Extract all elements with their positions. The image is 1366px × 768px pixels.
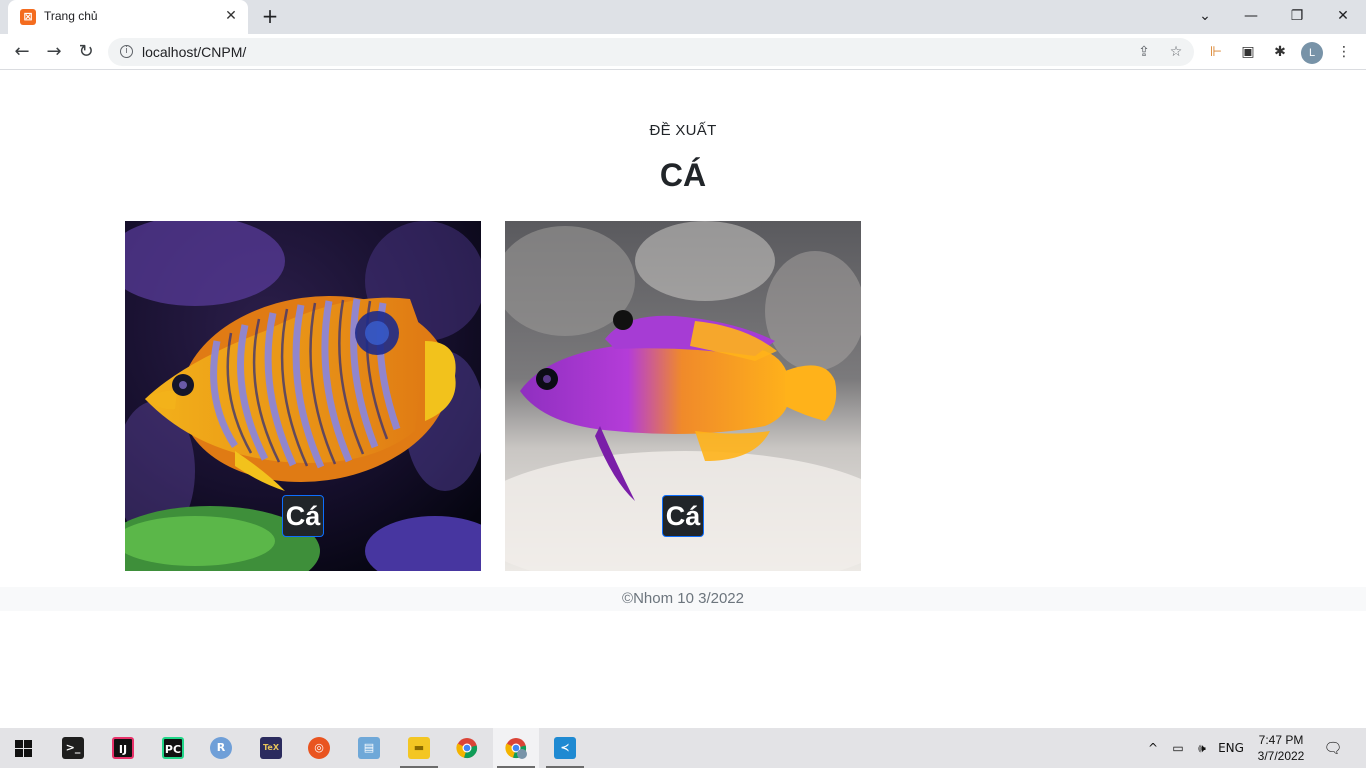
tex-icon: TeX [260, 737, 282, 759]
url-text[interactable]: localhost/CNPM/ [142, 44, 246, 60]
clock-date: 3/7/2022 [1257, 749, 1305, 763]
start-button[interactable] [0, 728, 46, 768]
chrome-profile-icon [505, 738, 527, 759]
virtualbox-icon: ▤ [358, 737, 380, 759]
forward-arrow-icon[interactable]: → [42, 40, 66, 64]
tab-title: Trang chủ [44, 9, 98, 23]
card-label[interactable]: Cá [282, 495, 324, 537]
extensions-puzzle-icon[interactable]: ✱ [1270, 42, 1290, 62]
volume-icon[interactable]: 🕪 [1192, 728, 1212, 768]
clock-time: 7:47 PM [1258, 733, 1304, 747]
product-card[interactable]: Cá [125, 221, 481, 571]
section-heading: CÁ [659, 157, 707, 193]
back-arrow-icon[interactable]: ← [10, 40, 34, 64]
taskbar-explorer[interactable]: ▬ [396, 728, 442, 768]
chrome-icon [456, 738, 478, 759]
r-icon: R [210, 737, 232, 759]
pycharm-icon: PC [162, 737, 184, 759]
section-subtitle: ĐỀ XUẤT [649, 122, 717, 139]
restore-button[interactable]: ❐ [1284, 4, 1310, 28]
windows-taskbar: >_ IJ PC R TeX ◎ ▤ ▬ ≺ ^ ▭ 🕪 ENG 7:47 PM… [0, 728, 1366, 768]
taskbar-pycharm[interactable]: PC [150, 728, 196, 768]
windows-logo-icon [15, 740, 32, 757]
profile-avatar[interactable]: L [1301, 42, 1323, 64]
card-label[interactable]: Cá [662, 495, 704, 537]
battery-icon[interactable]: ▭ [1168, 728, 1188, 768]
taskbar-vscode[interactable]: ≺ [542, 728, 588, 768]
new-tab-button[interactable]: + [258, 5, 282, 29]
intellij-icon: IJ [112, 737, 134, 759]
browser-tab[interactable]: ⊠ Trang chủ ✕ [8, 0, 248, 34]
reload-icon[interactable]: ↻ [74, 40, 98, 64]
tray-overflow-chevron-icon[interactable]: ^ [1144, 728, 1162, 768]
system-clock[interactable]: 7:47 PM 3/7/2022 [1252, 732, 1310, 764]
menu-kebab-icon[interactable]: ⋮ [1334, 42, 1354, 62]
extension-tag-icon[interactable]: ⊩ [1206, 42, 1226, 62]
notifications-icon[interactable]: 🗨 [1322, 728, 1344, 768]
browser-toolbar: ← → ↻ i localhost/CNPM/ ⇪ ☆ ⊩ ▣ ✱ L ⋮ [0, 34, 1366, 70]
tab-close-icon[interactable]: ✕ [222, 7, 240, 25]
extension-reader-icon[interactable]: ▣ [1238, 42, 1258, 62]
vscode-icon: ≺ [554, 737, 576, 759]
taskbar-chrome-profile[interactable] [493, 728, 539, 768]
taskbar-chrome[interactable] [444, 728, 490, 768]
taskbar-ubuntu[interactable]: ◎ [296, 728, 342, 768]
folder-icon: ▬ [408, 737, 430, 759]
close-window-button[interactable]: ✕ [1330, 4, 1356, 28]
taskbar-r[interactable]: R [198, 728, 244, 768]
taskbar-vm[interactable]: ▤ [346, 728, 392, 768]
page-footer: ©Nhom 10 3/2022 [0, 587, 1366, 611]
language-indicator[interactable]: ENG [1218, 728, 1244, 768]
tab-search-chevron-icon[interactable]: ⌄ [1192, 4, 1218, 28]
bookmark-star-icon[interactable]: ☆ [1166, 42, 1186, 62]
xampp-favicon-icon: ⊠ [20, 9, 36, 25]
product-card[interactable]: Cá [505, 221, 861, 571]
page-content: ĐỀ XUẤT CÁ Cá Cá ©Nhom 10 3/2022 [0, 71, 1366, 728]
site-info-icon[interactable]: i [120, 45, 133, 58]
taskbar-intellij[interactable]: IJ [100, 728, 146, 768]
share-icon[interactable]: ⇪ [1134, 42, 1154, 62]
address-bar[interactable]: i localhost/CNPM/ ⇪ ☆ [108, 38, 1194, 66]
taskbar-texstudio[interactable]: TeX [248, 728, 294, 768]
terminal-icon: >_ [62, 737, 84, 759]
taskbar-terminal[interactable]: >_ [50, 728, 96, 768]
title-bar: ⊠ Trang chủ ✕ + ⌄ — ❐ ✕ [0, 0, 1366, 34]
minimize-button[interactable]: — [1238, 4, 1264, 28]
ubuntu-icon: ◎ [308, 737, 330, 759]
